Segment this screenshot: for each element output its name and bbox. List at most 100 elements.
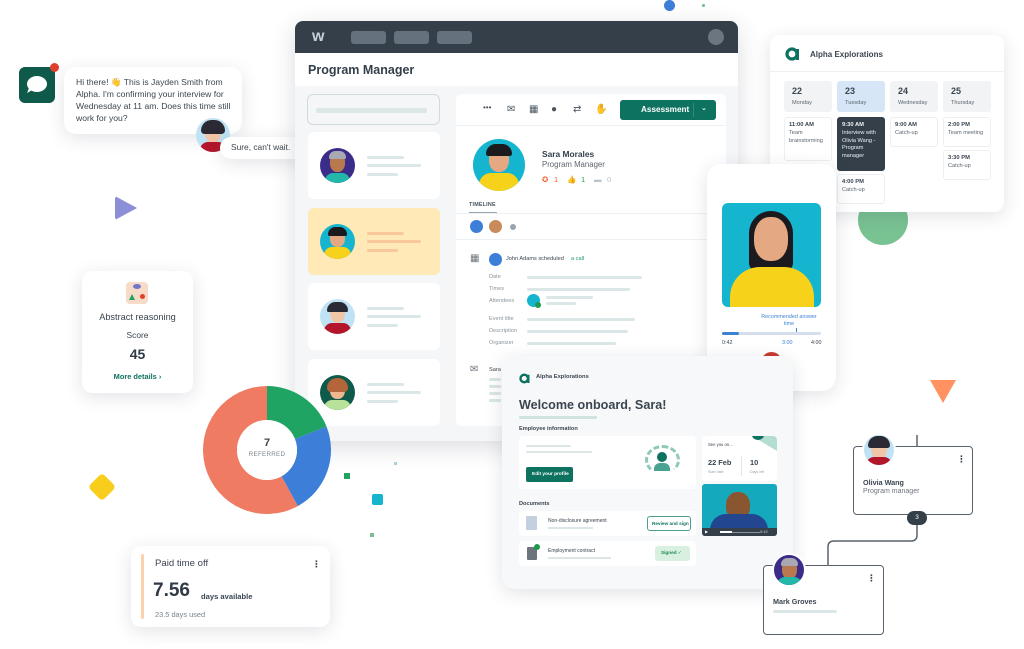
signed-badge: Signed ✓ <box>655 546 690 561</box>
email-icon: ✉ <box>470 364 479 375</box>
recording-progress <box>722 332 821 335</box>
field-label: Date <box>489 274 501 280</box>
day-number: 24 <box>898 86 909 96</box>
referred-donut-chart: 7 REFERRED <box>202 385 332 515</box>
event-time: 4:00 PM <box>842 179 864 185</box>
document-name: Employment contract <box>548 548 595 554</box>
decor-small-square <box>370 533 374 537</box>
field-label: Description <box>489 328 517 334</box>
event-description: Interview with Olivia Wang - Program man… <box>842 130 876 159</box>
video-controls[interactable]: ▶ 0:42 <box>702 528 777 536</box>
see-you-on-label: See you on... <box>708 442 733 447</box>
event-description: Catch-up <box>895 130 918 136</box>
avatar-sara-morales <box>320 224 355 259</box>
video-time: 0:42 <box>760 529 768 534</box>
avatar-olivia-wang <box>862 433 896 467</box>
days-left-label: Days left <box>750 470 764 474</box>
onboarding-card: Alpha Explorations Welcome onboard, Sara… <box>502 356 793 589</box>
tab-timeline[interactable]: TIMELINE <box>469 202 496 208</box>
calendar-event[interactable]: 9:00 AM Catch-up <box>890 117 938 147</box>
more-options-icon[interactable]: ⋮ <box>957 455 966 464</box>
org-role: Program manager <box>863 488 920 495</box>
calendar-event[interactable]: 11:00 AM Team brainstorming <box>784 117 832 161</box>
app-logo-icon[interactable]: w <box>312 28 324 46</box>
alpha-logo-icon <box>519 373 530 384</box>
paid-time-off-card: Paid time off ⋮ 7.56 days available 23.5… <box>131 546 330 627</box>
abstract-reasoning-card: Abstract reasoning Score 45 More details… <box>82 271 193 393</box>
avatar-mark-groves <box>772 553 806 587</box>
score-label: Score <box>126 330 149 340</box>
more-options-icon[interactable]: ⋮ <box>312 560 321 569</box>
play-icon[interactable]: ▶ <box>705 529 708 534</box>
profile-name: Sara Morales <box>542 149 595 159</box>
assessment-button[interactable]: Assessment ⌄ <box>620 100 716 120</box>
page-title: Program Manager <box>295 53 738 86</box>
profile-role: Program Manager <box>542 160 605 169</box>
alpha-logo-icon <box>785 47 799 61</box>
calendar-event[interactable]: 9:30 AM Interview with Olivia Wang - Prog… <box>837 117 885 171</box>
event-description: Catch-up <box>842 187 865 193</box>
candidate-list-item-selected[interactable] <box>308 208 440 275</box>
pto-used: 23.5 days used <box>155 610 206 619</box>
more-icon[interactable]: ••• <box>483 103 491 112</box>
welcome-video[interactable]: ▶ 0:42 <box>702 484 777 536</box>
chat-icon[interactable]: ● <box>551 104 557 115</box>
document-row: Employment contract Signed ✓ <box>519 541 696 566</box>
add-attendee-icon[interactable] <box>510 224 516 230</box>
field-label: Times <box>489 286 505 292</box>
avatar-attendee <box>489 220 502 233</box>
event-call-link[interactable]: a call <box>571 256 584 262</box>
more-details-link[interactable]: More details › <box>82 372 193 381</box>
more-options-icon[interactable]: ⋮ <box>867 574 876 583</box>
calendar-day-thursday[interactable]: 25 Thursday <box>943 81 991 112</box>
calendar-event[interactable]: 2:00 PM Team meeting <box>943 117 991 147</box>
day-name: Thursday <box>951 100 975 106</box>
check-icon <box>535 302 541 308</box>
hand-icon[interactable]: ✋ <box>595 104 607 115</box>
calendar-event-icon: ▦ <box>470 253 480 264</box>
decor-green-dot <box>702 4 705 7</box>
avatar-john-adams <box>489 253 502 266</box>
review-and-sign-button[interactable]: Review and sign <box>647 516 691 531</box>
avatar-mark-groves <box>320 148 355 183</box>
start-date-label: Start date <box>708 470 724 474</box>
field-label: Event title <box>489 316 514 322</box>
nav-item[interactable] <box>394 31 429 44</box>
play-triangle-icon <box>115 196 137 220</box>
day-number: 23 <box>845 86 856 96</box>
event-description: Catch-up <box>948 163 971 169</box>
candidate-video <box>722 203 821 307</box>
user-avatar[interactable] <box>708 29 724 45</box>
org-name: Mark Groves <box>773 597 817 606</box>
calendar-event[interactable]: 3:30 PM Catch-up <box>943 150 991 180</box>
candidate-list-item[interactable] <box>308 132 440 199</box>
event-description: Team brainstorming <box>789 130 823 144</box>
decor-teal-square <box>372 494 383 505</box>
document-sign-icon <box>526 516 537 530</box>
transfer-icon[interactable]: ⇄ <box>573 104 581 115</box>
onboarding-title: Welcome onboard, Sara! <box>519 398 667 412</box>
calendar-icon[interactable]: ▦ <box>529 104 538 115</box>
thumbs-up-count: 1 <box>581 175 586 184</box>
mail-icon[interactable]: ✉ <box>507 104 515 115</box>
decor-green-square <box>344 473 350 479</box>
calendar-day-wednesday[interactable]: 24 Wednesday <box>890 81 938 112</box>
start-date-box: See you on... 22 Feb Start date 10 Days … <box>702 436 777 481</box>
calendar-day-monday[interactable]: 22 Monday <box>784 81 832 112</box>
direct-reports-count[interactable]: 3 <box>907 511 927 525</box>
calendar-day-tuesday[interactable]: 23 Tuesday <box>837 81 885 112</box>
edit-profile-button[interactable]: Edit your profile <box>526 467 573 482</box>
nav-item[interactable] <box>351 31 386 44</box>
calendar-event[interactable]: 4:00 PM Catch-up <box>837 174 885 204</box>
chevron-down-icon[interactable]: ⌄ <box>701 104 707 112</box>
candidate-list-item[interactable] <box>308 283 440 350</box>
chat-app-icon[interactable] <box>19 63 59 103</box>
pto-available-unit: days available <box>201 592 253 601</box>
nav-item[interactable] <box>437 31 472 44</box>
star-count: 1 <box>554 175 559 184</box>
recommended-time: 3:00 <box>782 340 793 346</box>
recommended-time-label: Recommended answer time <box>761 314 817 327</box>
event-description: Team meeting <box>948 130 984 136</box>
org-name: Olivia Wang <box>863 478 904 487</box>
search-input[interactable] <box>307 94 440 125</box>
